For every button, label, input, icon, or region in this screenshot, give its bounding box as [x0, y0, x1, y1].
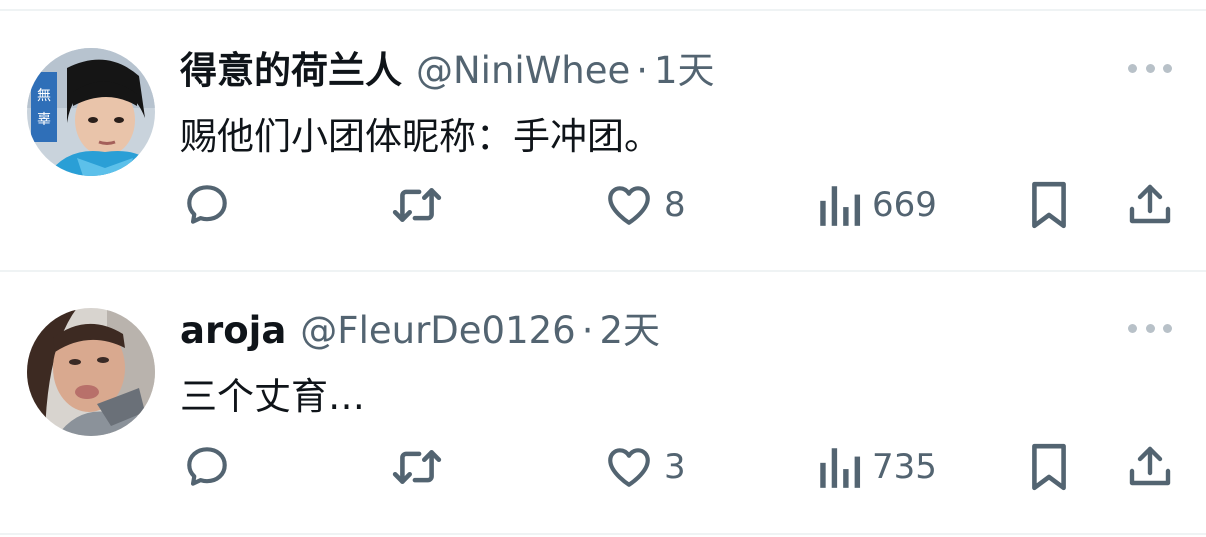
like-icon [608, 186, 650, 225]
share-button[interactable] [1126, 180, 1174, 230]
views-button[interactable]: 669 [816, 180, 937, 230]
display-name[interactable]: 得意的荷兰人 [180, 40, 402, 94]
reply-icon [187, 447, 227, 486]
like-icon [608, 448, 650, 487]
reply-icon [187, 185, 227, 224]
bookmark-icon [1032, 181, 1066, 229]
retweet-button[interactable] [389, 442, 445, 492]
like-count: 8 [664, 185, 686, 225]
bookmark-button[interactable] [1028, 180, 1070, 230]
timestamp[interactable]: 2天 [599, 300, 660, 354]
user-handle[interactable]: @FleurDe0126 [300, 309, 575, 352]
reply-button[interactable] [182, 180, 232, 230]
tweet-text: 赐他们小团体昵称：手冲团。 [180, 115, 661, 158]
retweet-button[interactable] [389, 180, 445, 230]
share-icon [1129, 184, 1171, 224]
more-icon[interactable] [1128, 58, 1172, 78]
like-button[interactable]: 8 [604, 180, 686, 230]
timestamp[interactable]: 1天 [654, 40, 715, 94]
tweet-2[interactable]: aroja @FleurDe0126 · 2天 三个丈育… 3 735 [0, 272, 1206, 532]
views-icon [820, 448, 861, 488]
tweet-text: 三个丈育… [180, 375, 365, 418]
share-button[interactable] [1126, 442, 1174, 492]
retweet-icon [392, 450, 442, 484]
share-icon [1129, 446, 1171, 486]
retweet-icon [392, 188, 442, 222]
tweet-header: 得意的荷兰人 @NiniWhee · 1天 [180, 40, 715, 92]
views-icon [820, 186, 861, 226]
reply-button[interactable] [182, 442, 232, 492]
bookmark-button[interactable] [1028, 442, 1070, 492]
tweet-header: aroja @FleurDe0126 · 2天 [180, 300, 660, 352]
avatar[interactable]: 無 辜 [27, 48, 155, 176]
view-count: 735 [872, 447, 937, 487]
top-divider [0, 9, 1206, 11]
display-name[interactable]: aroja [180, 309, 286, 352]
separator-dot: · [581, 309, 594, 352]
bookmark-icon [1032, 443, 1066, 491]
bottom-divider [0, 533, 1206, 535]
tweet-1[interactable]: 無 辜 得意的荷兰人 @NiniWhee · 1天 赐他们小团体昵称：手冲团。 [0, 12, 1206, 272]
like-count: 3 [664, 447, 686, 487]
separator-dot: · [636, 49, 649, 92]
user-handle[interactable]: @NiniWhee [416, 49, 630, 92]
like-button[interactable]: 3 [604, 442, 686, 492]
views-button[interactable]: 735 [816, 442, 937, 492]
svg-text:辜: 辜 [37, 112, 51, 128]
more-icon[interactable] [1128, 318, 1172, 338]
view-count: 669 [872, 185, 937, 225]
svg-text:無: 無 [37, 88, 51, 104]
avatar[interactable] [27, 308, 155, 436]
